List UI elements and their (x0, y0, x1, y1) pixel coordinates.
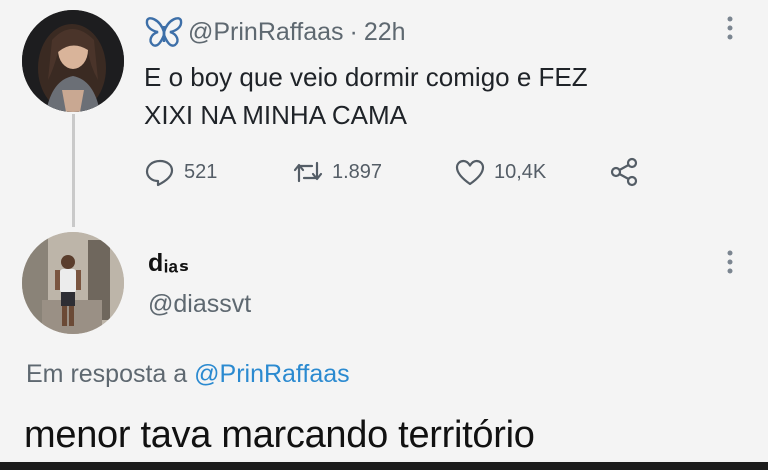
in-reply-mention-link[interactable]: @PrinRaffaas (194, 360, 350, 388)
like-count: 10,4K (494, 160, 547, 183)
reply-count: 521 (184, 160, 218, 183)
reply-display-name[interactable]: dᵢₐₛ (148, 248, 190, 278)
reply-avatar-photo (22, 232, 124, 334)
reply-author-avatar[interactable] (22, 232, 124, 334)
butterfly-icon (145, 17, 183, 47)
author-avatar-photo (22, 10, 124, 112)
retweet-icon (293, 161, 323, 183)
tweet-header: @PrinRaffaas · 22h (144, 14, 406, 50)
share-icon (610, 157, 638, 187)
author-avatar[interactable] (22, 10, 124, 112)
thread-line (72, 114, 75, 227)
retweet-count: 1.897 (332, 160, 383, 183)
more-options-icon[interactable] (724, 14, 736, 42)
tweet-timestamp[interactable]: 22h (364, 18, 406, 47)
separator-dot: · (349, 17, 358, 46)
in-reply-prefix: Em resposta a (26, 360, 188, 388)
reply-button[interactable]: 521 (144, 157, 217, 187)
tweet-text-line-2: XIXI NA MINHA CAMA (144, 100, 407, 130)
more-options-icon[interactable] (724, 248, 736, 276)
reply-text: menor tava marcando território (24, 414, 535, 456)
reply-handle[interactable]: @diassvt (148, 290, 251, 319)
tweet-text-line-1: E o boy que veio dormir comigo e FEZ (144, 62, 588, 92)
share-button[interactable] (608, 157, 640, 187)
screenshot-canvas: @PrinRaffaas · 22h E o boy que veio dorm… (0, 0, 768, 462)
like-button[interactable]: 10,4K (454, 157, 546, 187)
bottom-border (0, 462, 768, 470)
in-reply-to: Em resposta a @PrinRaffaas (26, 360, 350, 389)
like-icon (455, 159, 485, 186)
reply-icon (145, 159, 174, 187)
tweet-text: E o boy que veio dormir comigo e FEZ XIX… (144, 58, 724, 134)
retweet-button[interactable]: 1.897 (292, 157, 382, 187)
author-handle[interactable]: @PrinRaffaas (188, 18, 344, 47)
